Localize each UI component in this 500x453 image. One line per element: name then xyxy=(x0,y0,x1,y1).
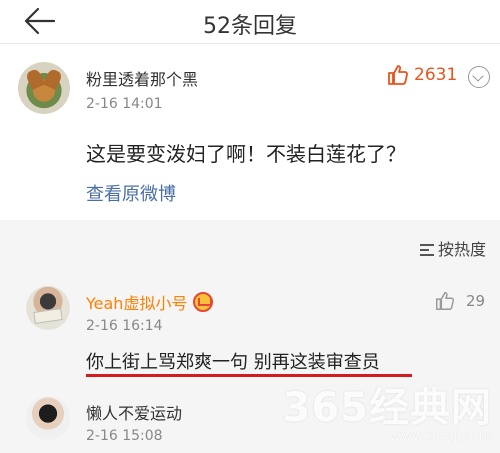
comment-content: 这是要变泼妇了啊！不装白莲花了？ xyxy=(86,142,406,166)
reply-username-text: Yeah虚拟小号 xyxy=(86,294,188,313)
main-comment: 粉里透着那个黑 2-16 14:01 2631 这是要变泼妇了啊！不装白莲花了？… xyxy=(0,44,500,220)
avatar[interactable] xyxy=(26,396,70,440)
replies-panel: 按热度 Yeah虚拟小号 2-16 16:14 29 你上街上骂郑爽一句 别再这… xyxy=(0,220,500,453)
avatar[interactable] xyxy=(18,62,70,114)
reply-item: Yeah虚拟小号 2-16 16:14 29 你上街上骂郑爽一句 别再这装审查员 xyxy=(0,286,500,386)
top-bar: 52条回复 xyxy=(0,0,500,44)
watermark: 365经典网 www.365j.com xyxy=(283,375,493,445)
reply-time: 2-16 15:08 xyxy=(86,428,163,444)
reply-content: 你上街上骂郑爽一句 别再这装审查员 xyxy=(86,352,380,373)
reply-like-count: 29 xyxy=(466,292,486,310)
sort-icon xyxy=(419,244,434,256)
view-original-link[interactable]: 查看原微博 xyxy=(86,180,176,206)
reply-time: 2-16 16:14 xyxy=(86,318,163,334)
sort-label: 按热度 xyxy=(437,240,486,259)
vip-crown-icon xyxy=(193,292,214,312)
reply-username[interactable]: 懒人不爱运动 xyxy=(86,400,182,424)
sort-button[interactable]: 按热度 xyxy=(419,236,486,260)
comment-time: 2-16 14:01 xyxy=(86,96,163,112)
thumbs-up-icon[interactable] xyxy=(434,290,456,312)
comment-username[interactable]: 粉里透着那个黑 xyxy=(86,66,198,90)
avatar[interactable] xyxy=(26,286,70,330)
thumbs-up-icon[interactable] xyxy=(386,63,410,87)
reply-username[interactable]: Yeah虚拟小号 xyxy=(86,290,214,314)
chevron-down-icon[interactable] xyxy=(468,66,490,88)
like-count: 2631 xyxy=(414,65,458,85)
watermark-title: 365经典网 xyxy=(282,385,492,431)
page-title: 52条回复 xyxy=(203,14,297,39)
